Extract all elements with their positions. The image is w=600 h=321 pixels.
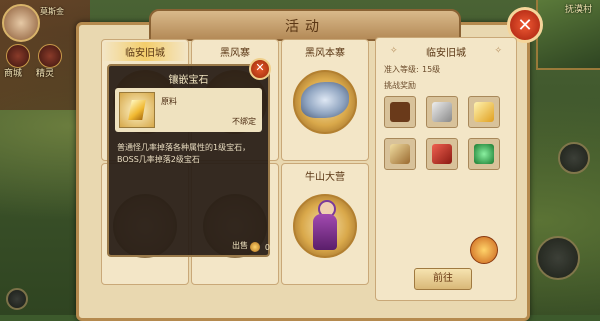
go-button[interactable]: 前往 xyxy=(414,268,472,290)
spirit-label: 精灵 xyxy=(36,69,55,79)
shop-label: 商城 xyxy=(4,69,23,79)
gold-gem-icon xyxy=(474,102,494,122)
reward-scroll[interactable] xyxy=(384,138,416,170)
spirit-icon[interactable] xyxy=(38,44,62,68)
reward-gem[interactable] xyxy=(468,96,500,128)
activity-card-heifeng-main[interactable]: 黑风本寨 xyxy=(281,39,369,161)
reward-badge-icon[interactable] xyxy=(470,236,498,264)
player-name: 莫斯金 xyxy=(40,7,64,16)
swap-icon[interactable] xyxy=(558,142,590,174)
tooltip-title: 镶嵌宝石 xyxy=(168,75,209,86)
sell-value: 0 xyxy=(264,243,270,252)
activity-card-title: 黑风寨 xyxy=(220,48,250,59)
chat-icon[interactable] xyxy=(6,288,28,310)
player-avatar[interactable] xyxy=(2,4,40,42)
silver-ingot-icon xyxy=(432,102,452,122)
sell-label: 出售 xyxy=(232,241,248,250)
green-jade-icon xyxy=(474,144,494,164)
coin-icon xyxy=(250,242,260,252)
item-type: 原料 xyxy=(161,97,177,106)
ornament-icon: ✧ xyxy=(494,46,502,56)
gem-icon xyxy=(128,100,146,120)
red-scroll-icon xyxy=(432,144,452,164)
activity-card-title: 牛山大营 xyxy=(305,172,345,183)
reward-jade[interactable] xyxy=(468,138,500,170)
activity-emblem-icon xyxy=(293,70,357,134)
scroll-icon xyxy=(390,144,410,164)
attack-button[interactable] xyxy=(536,236,580,280)
reward-label: 挑战奖励 xyxy=(384,81,416,90)
player-hud: 莫斯金 商城 精灵 xyxy=(0,0,70,90)
item-slot xyxy=(119,92,155,128)
item-tooltip: ✕ 镶嵌宝石 原料 不绑定 普通怪几率掉落各种属性的1级宝石，BOSS几率掉落2… xyxy=(107,58,271,257)
item-bind-status: 不绑定 xyxy=(232,117,256,126)
activity-detail-panel: ✧ 临安旧城 ✧ 准入等级: 15级 挑战奖励 前往 xyxy=(375,37,517,301)
minimap-title: 抚漠村 xyxy=(564,5,592,15)
armor-icon xyxy=(390,102,410,122)
item-description: 普通怪几率掉落各种属性的1级宝石，BOSS几率掉落2级宝石 xyxy=(117,143,251,164)
activity-card-niushan-camp[interactable]: 牛山大营 xyxy=(281,163,369,285)
activity-card-title: 黑风本寨 xyxy=(305,48,345,59)
reward-silver[interactable] xyxy=(426,96,458,128)
tooltip-item-box: 原料 不绑定 xyxy=(115,88,262,132)
level-requirement-value: 15级 xyxy=(422,65,441,74)
activity-card-title: 临安旧城 xyxy=(102,42,188,61)
boss-portrait-icon xyxy=(309,200,341,252)
shop-icon[interactable] xyxy=(6,44,30,68)
reward-red-scroll[interactable] xyxy=(426,138,458,170)
window-title: 活动 xyxy=(285,19,325,35)
activity-emblem-icon xyxy=(293,194,357,258)
level-requirement-label: 准入等级: xyxy=(384,65,419,74)
wolf-icon xyxy=(301,82,349,118)
reward-armor[interactable] xyxy=(384,96,416,128)
